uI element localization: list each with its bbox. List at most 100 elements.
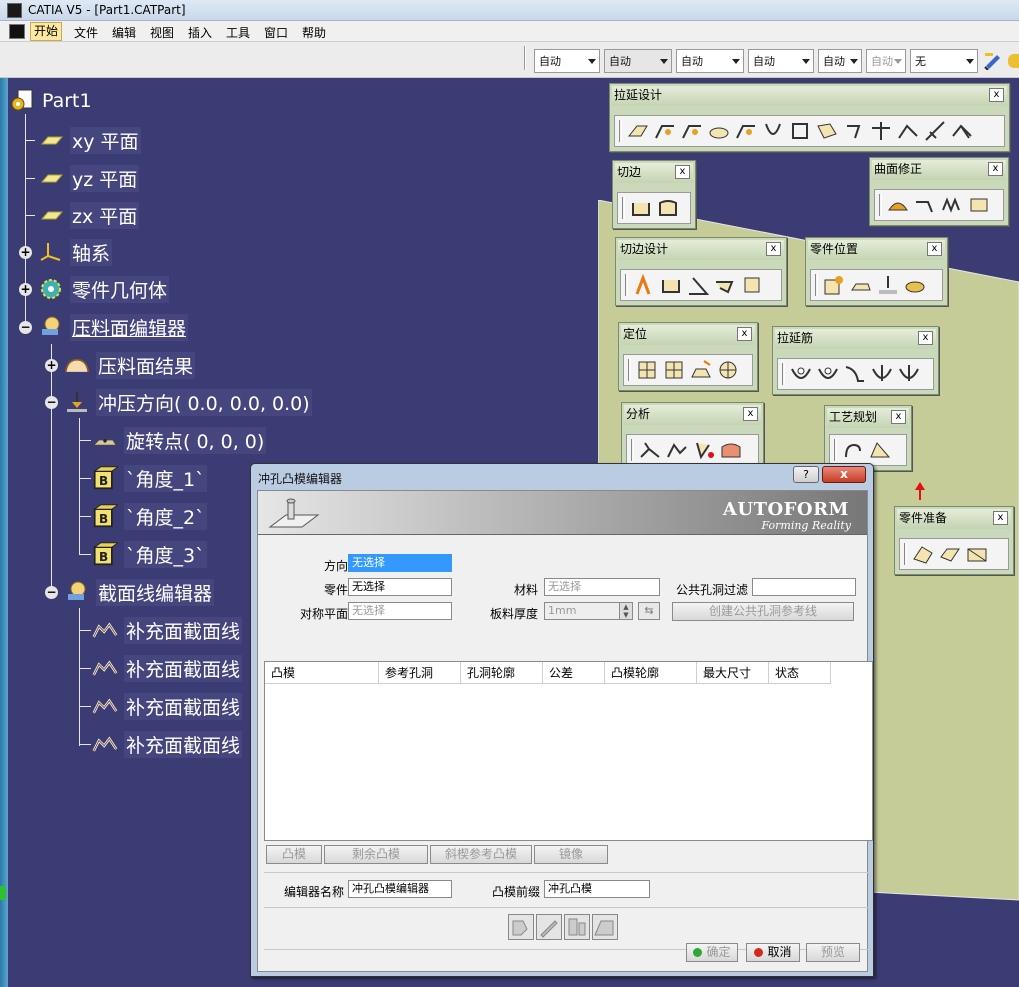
prep-tool-icon[interactable] (912, 543, 934, 565)
expand-binder-result-toggle[interactable]: + (45, 359, 58, 372)
tool-icon[interactable] (762, 120, 784, 142)
trim-design-tool-icon[interactable] (633, 273, 655, 296)
punch-button[interactable]: 凸模 (266, 845, 322, 864)
thickness-spinner[interactable]: ▲ ▼ (619, 602, 633, 620)
expand-axis-toggle[interactable]: + (19, 246, 32, 259)
trim-design-tool-icon[interactable] (660, 274, 682, 296)
analysis-tool-icon[interactable] (639, 439, 661, 461)
menu-help[interactable]: 帮助 (302, 24, 326, 41)
tree-node-angle-1[interactable]: B `角度_1` (92, 464, 207, 492)
preview-button[interactable]: 预览 (806, 943, 860, 962)
punch-shape-icon[interactable] (592, 914, 618, 940)
toolbar-positioning-close[interactable]: x (737, 327, 752, 341)
material-field[interactable]: 无选择 (544, 578, 660, 596)
tree-node-part-body[interactable]: 零件几何体 (38, 275, 170, 303)
tree-node-zx-plane[interactable]: zx 平面 (38, 201, 140, 229)
surface-tool-icon[interactable] (941, 194, 963, 216)
punch-create-icon[interactable] (508, 914, 534, 940)
expand-part-body-toggle[interactable]: + (19, 283, 32, 296)
drawbead-tool-icon[interactable] (790, 363, 812, 385)
menu-start[interactable]: 开始 (30, 22, 63, 41)
part-field[interactable]: 无选择 (348, 578, 452, 596)
symmetry-plane-field[interactable]: 无选择 (348, 602, 452, 620)
tree-node-stamping-direction[interactable]: 冲压方向( 0.0, 0.0, 0.0) (64, 388, 312, 416)
tool-icon[interactable] (789, 120, 811, 142)
tree-node-angle-2[interactable]: B `角度_2` (92, 502, 207, 530)
table-header[interactable]: 状态 (769, 662, 831, 684)
surface-tool-icon[interactable] (968, 194, 990, 216)
format-painter-icon[interactable] (983, 50, 1003, 71)
position-tool-icon[interactable] (904, 274, 926, 296)
table-header[interactable]: 孔洞轮廓 (461, 662, 543, 684)
drawbead-tool-icon[interactable] (817, 363, 839, 385)
tree-node-addendum-section-3[interactable]: 补充面截面线 (92, 692, 243, 720)
menu-view[interactable]: 视图 (150, 24, 174, 41)
common-filter-field[interactable] (752, 578, 856, 596)
tool-icon[interactable] (951, 120, 973, 142)
trim-design-tool-icon[interactable] (741, 274, 763, 296)
tool-icon[interactable] (627, 120, 649, 142)
toolbar-surface-fix-close[interactable]: x (988, 162, 1003, 176)
toolbar-part-position-close[interactable]: x (927, 242, 942, 256)
tree-root-part1[interactable]: Part1 (10, 87, 92, 115)
table-header[interactable]: 参考孔洞 (379, 662, 461, 684)
positioning-tool-icon[interactable] (690, 359, 712, 381)
table-header[interactable]: 凸模 (265, 662, 379, 684)
surface-tool-icon[interactable] (914, 194, 936, 216)
punch-prefix-field[interactable]: 冲孔凸模 (544, 880, 650, 898)
prep-tool-icon[interactable] (939, 543, 961, 565)
dialog-close-button[interactable]: x (822, 466, 866, 483)
document-menu-icon[interactable] (9, 24, 25, 39)
swap-icon[interactable]: ⇆ (638, 602, 660, 620)
tree-node-addendum-section-2[interactable]: 补充面截面线 (92, 654, 243, 682)
position-tool-icon[interactable] (850, 274, 872, 296)
positioning-tool-icon[interactable] (717, 359, 739, 381)
tree-node-rotation-point[interactable]: 旋转点( 0, 0, 0) (92, 426, 267, 454)
pencil-icon[interactable] (536, 914, 562, 940)
toolbar-analysis-close[interactable]: x (743, 407, 758, 421)
analysis-tool-icon[interactable] (720, 439, 742, 461)
editor-name-field[interactable]: 冲孔凸模编辑器 (348, 880, 452, 898)
drawbead-tool-icon[interactable] (844, 363, 866, 385)
prep-tool-icon[interactable] (966, 543, 988, 565)
toolbar-process-planning-close[interactable]: x (891, 410, 906, 424)
menu-tools[interactable]: 工具 (226, 24, 250, 41)
trim-tool-icon[interactable] (630, 197, 652, 219)
tool-icon[interactable] (924, 120, 946, 142)
toolbar-trim-design-close[interactable]: x (766, 242, 781, 256)
tool-icon[interactable] (870, 120, 892, 142)
trim-design-tool-icon[interactable] (687, 274, 710, 296)
menu-file[interactable]: 文件 (74, 24, 98, 41)
point-type-combo[interactable]: 自动 (818, 49, 862, 73)
analysis-tool-icon[interactable] (693, 439, 715, 461)
menu-edit[interactable]: 编辑 (112, 24, 136, 41)
remaining-punch-button[interactable]: 剩余凸模 (324, 845, 428, 864)
direction-field[interactable]: 无选择 (348, 554, 452, 572)
line-thickness-combo[interactable]: 自动 (676, 49, 744, 73)
menu-insert[interactable]: 插入 (188, 24, 212, 41)
positioning-tool-icon[interactable] (636, 359, 658, 381)
process-tool-icon[interactable] (869, 439, 891, 461)
toolbar-drawbead-close[interactable]: x (918, 331, 933, 345)
surface-tool-icon[interactable] (887, 194, 909, 216)
color-combo[interactable]: 自动 (534, 49, 600, 73)
position-tool-icon[interactable] (877, 274, 899, 296)
transparency-combo[interactable]: 自动 (604, 49, 672, 73)
tree-node-addendum-section-1[interactable]: 补充面截面线 (92, 616, 243, 644)
collapse-section-editor-toggle[interactable]: − (45, 586, 58, 599)
tool-icon[interactable] (897, 120, 919, 142)
tree-node-section-editor[interactable]: 截面线编辑器 (64, 578, 215, 606)
tool-icon[interactable] (681, 120, 703, 142)
tool-icon[interactable] (735, 120, 757, 142)
tree-node-xy-plane[interactable]: xy 平面 (38, 126, 141, 154)
menu-window[interactable]: 窗口 (264, 24, 288, 41)
tool-icon[interactable] (654, 120, 676, 142)
table-header[interactable]: 公差 (543, 662, 605, 684)
collapse-binder-editor-toggle[interactable]: − (19, 321, 32, 334)
cam-reference-punch-button[interactable]: 斜楔参考凸模 (430, 845, 532, 864)
analysis-tool-icon[interactable] (666, 439, 688, 461)
tree-node-axis-system[interactable]: 轴系 (38, 238, 113, 266)
tool-icon[interactable] (816, 120, 838, 142)
punch-list-icon[interactable] (564, 914, 590, 940)
mirror-button[interactable]: 镜像 (534, 845, 608, 864)
